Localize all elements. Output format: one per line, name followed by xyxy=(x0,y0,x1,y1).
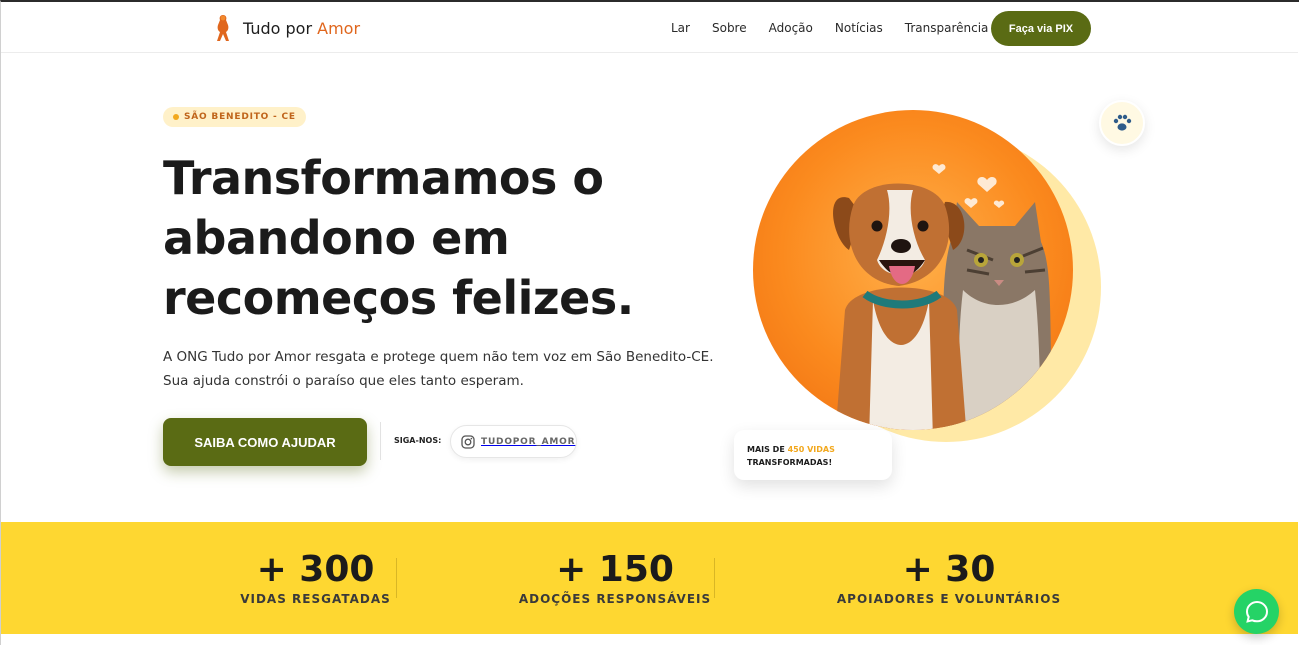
hero-title: Transformamos o abandono em recomeços fe… xyxy=(163,151,634,325)
nav-item-noticias[interactable]: Notícias xyxy=(835,21,883,35)
pix-donate-button[interactable]: Faça via PIX xyxy=(991,11,1091,46)
whatsapp-icon xyxy=(1245,600,1268,623)
instagram-icon xyxy=(461,434,475,449)
lives-card-line1: MAIS DE 450 VIDAS xyxy=(747,445,835,454)
brand-logo[interactable]: Tudo por Amor xyxy=(211,13,360,43)
stat-divider xyxy=(396,558,397,598)
whatsapp-button[interactable] xyxy=(1234,589,1279,634)
hero-pets-photo xyxy=(753,110,1073,430)
stat-label: VIDAS RESGATADAS xyxy=(240,592,391,606)
instagram-link[interactable]: TUDOPOR_AMOR xyxy=(450,425,577,458)
lives-card-line2: TRANSFORMADAS! xyxy=(747,458,833,467)
nav-item-transparencia[interactable]: Transparência xyxy=(905,21,989,35)
paw-icon xyxy=(1113,114,1132,131)
dog-figure xyxy=(833,183,967,430)
nav-item-sobre[interactable]: Sobre xyxy=(712,21,747,35)
nav-item-adocao[interactable]: Adoção xyxy=(769,21,813,35)
hearts-decoration xyxy=(932,164,1005,208)
stat-label: APOIADORES E VOLUNTÁRIOS xyxy=(836,592,1062,606)
badge-dot xyxy=(173,114,179,120)
follow-us-label: SIGA-NOS: xyxy=(394,436,442,445)
nav-item-lar[interactable]: Lar xyxy=(671,21,690,35)
stats-band: + 300 VIDAS RESGATADAS + 150 ADOÇÕES RES… xyxy=(1,522,1298,634)
main-nav: Lar Sobre Adoção Notícias Transparência xyxy=(671,21,988,35)
how-to-help-button[interactable]: SAIBA COMO AJUDAR xyxy=(163,418,367,466)
location-badge-text: SÃO BENEDITO - CE xyxy=(184,112,296,122)
paw-badge xyxy=(1099,100,1145,146)
stat-adoptions: + 150 ADOÇÕES RESPONSÁVEIS xyxy=(509,549,721,607)
stat-divider xyxy=(714,558,715,598)
stat-value: + 30 xyxy=(902,549,996,590)
lives-transformed-card: MAIS DE 450 VIDAS TRANSFORMADAS! xyxy=(734,430,892,480)
brand-name: Tudo por Amor xyxy=(243,18,361,38)
stat-label: ADOÇÕES RESPONSÁVEIS xyxy=(518,592,712,606)
logo-icon xyxy=(217,15,229,41)
stat-supporters: + 30 APOIADORES E VOLUNTÁRIOS xyxy=(829,549,1069,607)
stat-value: + 300 xyxy=(256,549,375,590)
stat-value: + 150 xyxy=(556,549,674,590)
hero-description: A ONG Tudo por Amor resgata e protege qu… xyxy=(163,349,714,389)
social-divider xyxy=(380,422,381,460)
stat-rescued: + 300 VIDAS RESGATADAS xyxy=(233,549,398,607)
dog-and-cat-illustration xyxy=(833,164,1053,430)
site-header: Tudo por Amor Lar Sobre Adoção Notícias … xyxy=(1,2,1298,53)
instagram-handle: TUDOPOR_AMOR xyxy=(481,436,576,447)
location-badge: SÃO BENEDITO - CE xyxy=(163,107,306,127)
